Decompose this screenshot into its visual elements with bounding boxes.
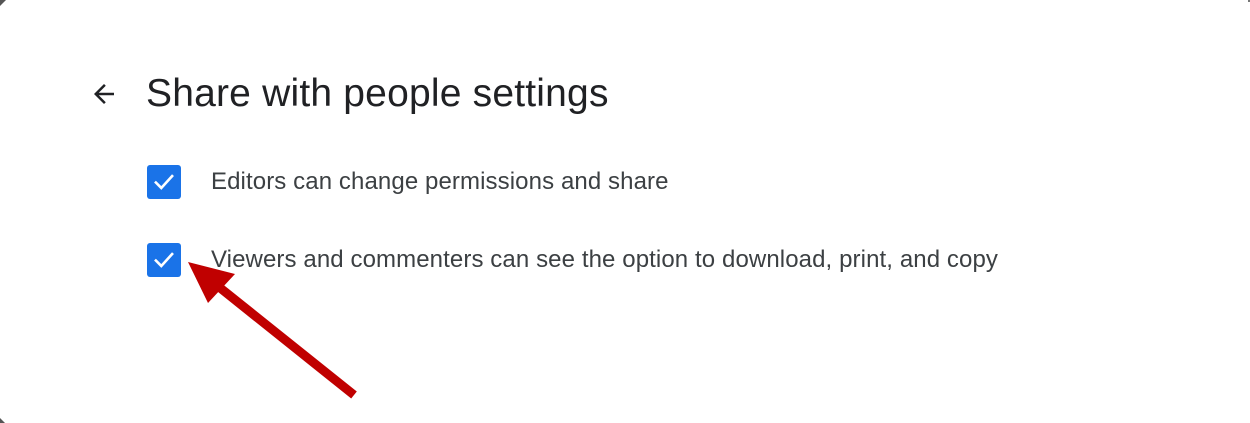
annotation-arrow [188,262,357,399]
window-corner-mark [0,418,5,423]
option-label: Editors can change permissions and share [211,168,669,195]
settings-header: Share with people settings [84,66,609,122]
checkmark-icon [154,174,174,190]
page-title: Share with people settings [146,72,609,115]
back-button[interactable] [84,74,124,114]
option-label: Viewers and commenters can see the optio… [211,246,999,273]
editors-share-checkbox[interactable] [147,165,181,199]
option-viewers-can-download[interactable]: Viewers and commenters can see the optio… [147,240,998,280]
window-corner-mark [0,0,6,6]
checkmark-icon [154,252,174,268]
option-editors-can-share[interactable]: Editors can change permissions and share [147,162,669,202]
viewers-download-checkbox[interactable] [147,243,181,277]
arrow-back-icon [94,84,114,104]
share-settings-panel: Share with people settings Editors can c… [0,0,1250,423]
